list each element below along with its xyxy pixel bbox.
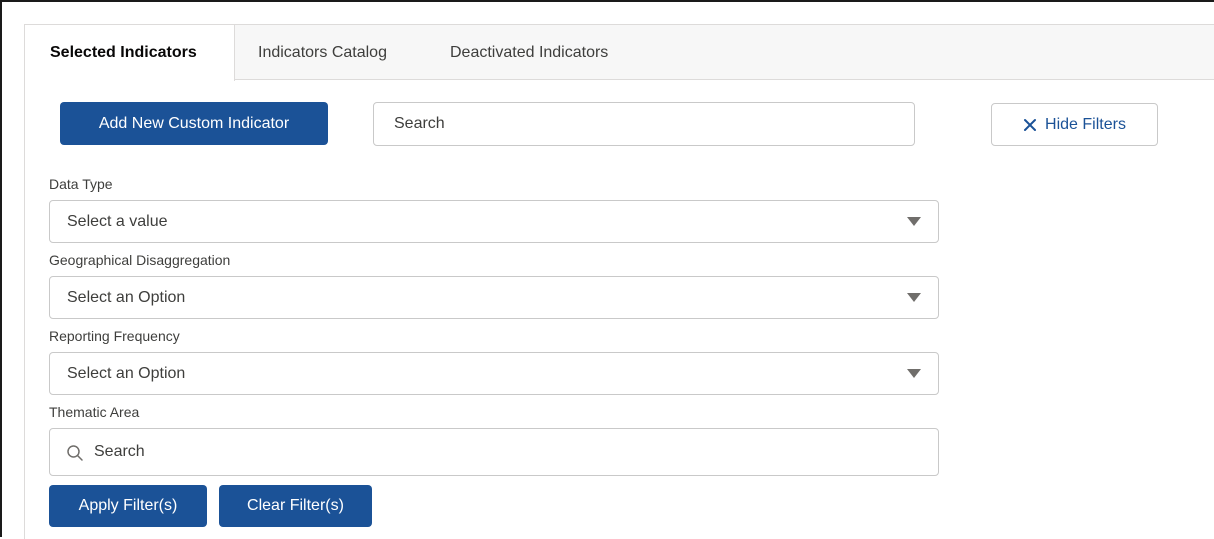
chevron-down-icon	[907, 369, 921, 378]
tab-indicators-catalog[interactable]: Indicators Catalog	[258, 25, 387, 80]
clear-filters-button[interactable]: Clear Filter(s)	[219, 485, 372, 527]
thematic-area-label: Thematic Area	[49, 404, 140, 420]
data-type-value: Select a value	[67, 213, 168, 230]
reporting-frequency-label: Reporting Frequency	[49, 328, 180, 344]
tab-selected-indicators[interactable]: Selected Indicators	[25, 25, 235, 81]
chevron-down-icon	[907, 293, 921, 302]
data-type-select[interactable]: Select a value	[49, 200, 939, 243]
tab-bar: Selected Indicators Indicators Catalog D…	[25, 25, 1214, 81]
reporting-frequency-select[interactable]: Select an Option	[49, 352, 939, 395]
thematic-area-search[interactable]: Search	[49, 428, 939, 476]
geo-disaggregation-label: Geographical Disaggregation	[49, 252, 231, 268]
geo-disaggregation-select[interactable]: Select an Option	[49, 276, 939, 319]
data-type-label: Data Type	[49, 176, 113, 192]
reporting-frequency-value: Select an Option	[67, 365, 186, 382]
chevron-down-icon	[907, 217, 921, 226]
geo-disaggregation-value: Select an Option	[67, 289, 186, 306]
indicators-panel: Selected Indicators Indicators Catalog D…	[24, 24, 1214, 539]
apply-filters-button[interactable]: Apply Filter(s)	[49, 485, 207, 527]
add-custom-indicator-button[interactable]: Add New Custom Indicator	[60, 102, 328, 145]
thematic-area-placeholder: Search	[94, 443, 145, 460]
close-icon	[1024, 118, 1037, 131]
app-frame: Selected Indicators Indicators Catalog D…	[0, 0, 1214, 539]
hide-filters-button[interactable]: Hide Filters	[991, 103, 1158, 146]
hide-filters-label: Hide Filters	[1045, 115, 1126, 133]
search-icon	[67, 445, 83, 461]
tab-deactivated-indicators[interactable]: Deactivated Indicators	[450, 25, 608, 80]
indicator-search-input[interactable]	[373, 102, 915, 146]
